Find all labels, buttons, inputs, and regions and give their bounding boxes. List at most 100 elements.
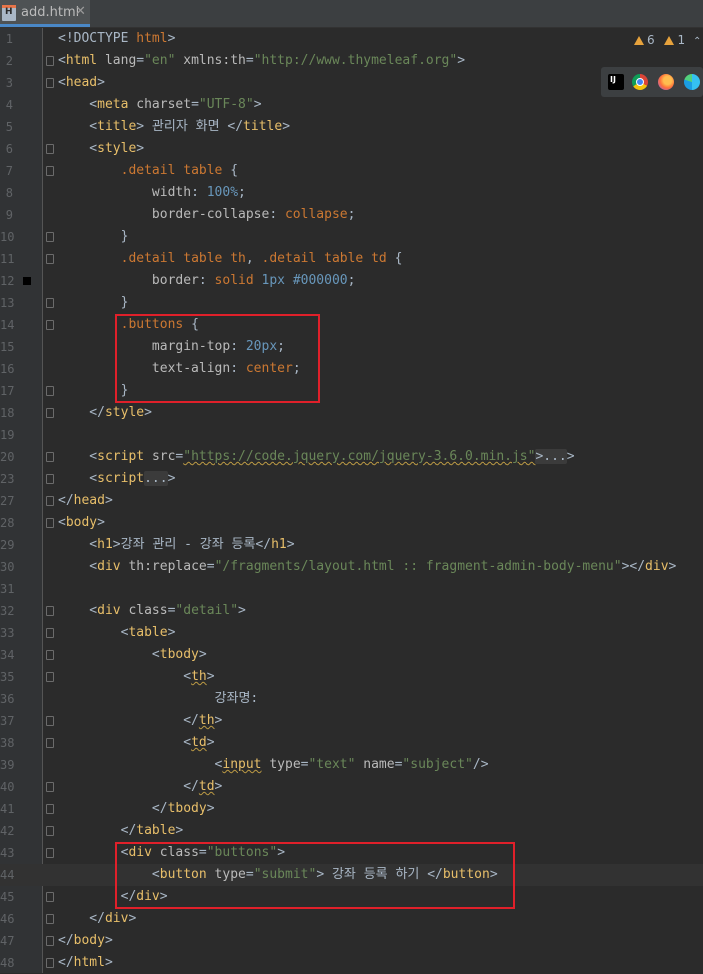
line-number: 15 — [0, 340, 15, 354]
code-line[interactable]: 19 — [0, 424, 703, 446]
fold-marker-icon[interactable] — [46, 738, 54, 748]
bookmark-icon[interactable] — [23, 277, 31, 285]
code-line[interactable]: 36 강좌명: — [0, 688, 703, 710]
code-line[interactable]: 9 border-collapse: collapse; — [0, 204, 703, 226]
fold-marker-icon[interactable] — [46, 144, 54, 154]
fold-marker-icon[interactable] — [46, 452, 54, 462]
line-number: 12 — [0, 274, 15, 288]
line-number: 36 — [0, 692, 15, 706]
fold-marker-icon[interactable] — [46, 298, 54, 308]
code-text: <input type="text" name="subject"/> — [58, 757, 489, 772]
code-line[interactable]: 10 } — [0, 226, 703, 248]
code-line[interactable]: 17 } — [0, 380, 703, 402]
fold-marker-icon[interactable] — [46, 848, 54, 858]
code-line[interactable]: 14 .buttons { — [0, 314, 703, 336]
fold-marker-icon[interactable] — [46, 496, 54, 506]
code-line[interactable]: 40 </td> — [0, 776, 703, 798]
code-line[interactable]: 32 <div class="detail"> — [0, 600, 703, 622]
fold-marker-icon[interactable] — [46, 782, 54, 792]
code-line[interactable]: 33 <table> — [0, 622, 703, 644]
code-text: width: 100%; — [151, 185, 246, 200]
code-line[interactable]: 29 <h1>강좌 관리 - 강좌 등록</h1> — [0, 534, 703, 556]
code-line[interactable]: 15 margin-top: 20px; — [0, 336, 703, 358]
code-line[interactable]: 47 </body> — [0, 930, 703, 952]
fold-marker-icon[interactable] — [46, 474, 54, 484]
line-number: 16 — [0, 362, 15, 376]
chevron-up-icon[interactable]: ⌃ — [693, 36, 701, 47]
intellij-preview-icon[interactable] — [608, 74, 624, 90]
tab-add-html[interactable]: add.html ✕ — [0, 0, 90, 27]
fold-marker-icon[interactable] — [46, 78, 54, 88]
code-line[interactable]: 11 .detail table th, .detail table td { — [0, 248, 703, 270]
fold-marker-icon[interactable] — [46, 320, 54, 330]
code-line[interactable]: 6 <style> — [0, 138, 703, 160]
fold-marker-icon[interactable] — [46, 386, 54, 396]
code-line[interactable]: 37 </th> — [0, 710, 703, 732]
fold-marker-icon[interactable] — [46, 650, 54, 660]
fold-marker-icon[interactable] — [46, 804, 54, 814]
code-line[interactable]: 12 border: solid 1px #000000; — [0, 270, 703, 292]
code-line[interactable]: 31 — [0, 578, 703, 600]
fold-marker-icon[interactable] — [46, 892, 54, 902]
code-line[interactable]: 1 <!DOCTYPE html> — [0, 28, 703, 50]
fold-marker-icon[interactable] — [46, 914, 54, 924]
code-text: <style> — [58, 141, 145, 156]
chrome-icon[interactable] — [632, 74, 648, 90]
close-icon[interactable]: ✕ — [75, 4, 86, 19]
weak-warning-icon — [664, 36, 675, 45]
code-line[interactable]: 13 } — [0, 292, 703, 314]
line-number: 30 — [0, 560, 15, 574]
code-line[interactable]: 48 </html> — [0, 952, 703, 974]
code-line[interactable]: 34 <tbody> — [0, 644, 703, 666]
fold-marker-icon[interactable] — [46, 936, 54, 946]
code-line[interactable]: 7 .detail table { — [0, 160, 703, 182]
fold-marker-icon[interactable] — [46, 606, 54, 616]
code-line[interactable]: 46 </div> — [0, 908, 703, 930]
fold-marker-icon[interactable] — [46, 166, 54, 176]
fold-marker-icon[interactable] — [46, 628, 54, 638]
fold-marker-icon[interactable] — [46, 518, 54, 528]
code-text: </th> — [58, 713, 223, 728]
code-text: } — [58, 295, 129, 310]
code-line[interactable]: 23 <script...> — [0, 468, 703, 490]
code-line[interactable]: 18 </style> — [0, 402, 703, 424]
code-line[interactable]: 20 <script src="https://code.jquery.com/… — [0, 446, 703, 468]
fold-marker-icon[interactable] — [46, 232, 54, 242]
fold-marker-icon[interactable] — [46, 672, 54, 682]
code-line[interactable]: 39 <input type="text" name="subject"/> — [0, 754, 703, 776]
line-number: 6 — [5, 142, 13, 156]
line-number: 41 — [0, 802, 15, 816]
fold-marker-icon[interactable] — [46, 716, 54, 726]
code-line[interactable]: 3 <head> — [0, 72, 703, 94]
code-line[interactable]: 8 width: 100%; — [0, 182, 703, 204]
code-line[interactable]: 30 <div th:replace="/fragments/layout.ht… — [0, 556, 703, 578]
line-number: 18 — [0, 406, 15, 420]
code-text: <div class="detail"> — [58, 603, 246, 618]
edge-icon[interactable] — [684, 74, 700, 90]
code-line[interactable]: 4 <meta charset="UTF-8"> — [0, 94, 703, 116]
fold-marker-icon[interactable] — [46, 254, 54, 264]
code-line[interactable]: 41 </tbody> — [0, 798, 703, 820]
code-line[interactable]: 38 <td> — [0, 732, 703, 754]
code-line[interactable]: 5 <title> 관리자 화면 </title> — [0, 116, 703, 138]
code-text: .detail table th, .detail table td { — [120, 251, 403, 266]
inspection-widget[interactable]: 6 1 ⌃ — [634, 33, 701, 47]
code-line[interactable]: 16 text-align: center; — [0, 358, 703, 380]
code-text: <body> — [58, 515, 105, 530]
fold-marker-icon[interactable] — [46, 958, 54, 968]
code-line[interactable]: 42 </table> — [0, 820, 703, 842]
line-number: 13 — [0, 296, 15, 310]
fold-marker-icon[interactable] — [46, 408, 54, 418]
code-line[interactable]: 35 <th> — [0, 666, 703, 688]
line-number: 11 — [0, 252, 15, 266]
code-line[interactable]: 28 <body> — [0, 512, 703, 534]
code-line[interactable]: 27 </head> — [0, 490, 703, 512]
code-line[interactable]: 2 <html lang="en" xmlns:th="http://www.th… — [0, 50, 703, 72]
code-text: .detail table { — [120, 163, 239, 178]
fold-marker-icon[interactable] — [46, 826, 54, 836]
firefox-icon[interactable] — [658, 74, 674, 90]
fold-marker-icon[interactable] — [46, 56, 54, 66]
line-number: 28 — [0, 516, 15, 530]
line-number: 19 — [0, 428, 15, 442]
line-number: 31 — [0, 582, 15, 596]
